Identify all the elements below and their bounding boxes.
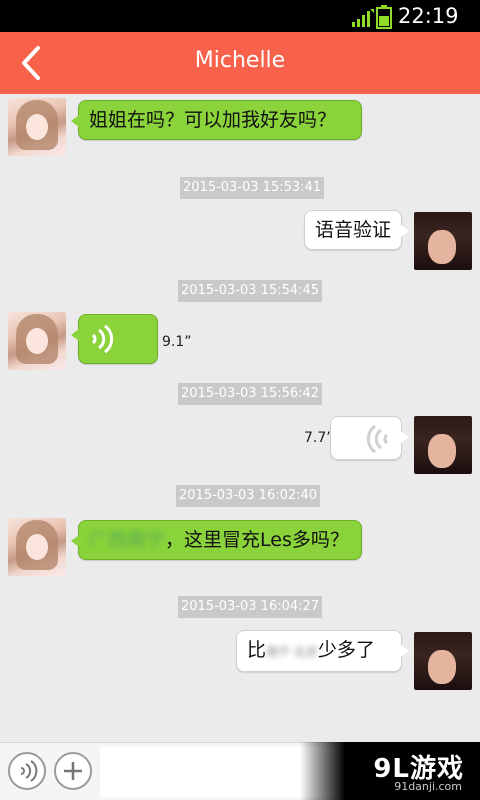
message-bubble-received[interactable]: 姐姐在吗？可以加我好友吗？ [71,100,362,140]
message-text: 少多了 [317,639,375,661]
message-timestamp: 2015-03-03 15:56:42 [178,383,323,405]
message-bubble-sent[interactable]: 比南宁 北京少多了 [236,630,409,672]
voice-wave-icon [366,424,389,454]
voice-wave-icon [20,760,38,782]
message-timestamp: 2015-03-03 15:54:45 [178,280,323,302]
message-bubble-received[interactable]: 广西南宁，这里冒充Les多吗？ [71,520,362,560]
chat-title: Michelle [194,48,286,73]
redacted-text: 广西南宁 [89,529,166,551]
redacted-text: 南宁 北京 [266,645,318,659]
message-text: ，这里冒充Les多吗？ [165,529,349,551]
message-text: 姐姐在吗？可以加我好友吗？ [89,109,337,131]
my-avatar[interactable] [414,416,472,474]
status-bar: 22:19 [0,0,480,32]
battery-icon [376,5,392,29]
voice-wave-icon [91,324,114,354]
voice-input-button[interactable] [8,752,46,790]
my-avatar[interactable] [414,632,472,690]
message-text: 比 [247,639,267,661]
message-timestamp: 2015-03-03 16:04:27 [178,596,323,618]
plus-icon [64,762,82,780]
message-timestamp: 2015-03-03 16:02:40 [176,485,321,507]
contact-avatar[interactable] [8,98,66,156]
message-text: 语音验证 [315,219,392,241]
my-avatar[interactable] [414,212,472,270]
chat-header: Michelle [0,32,480,94]
voice-message-received[interactable] [71,314,158,364]
watermark-url: 91danji.com [394,780,462,793]
voice-message-sent[interactable] [330,416,409,460]
message-timestamp: 2015-03-03 15:53:41 [180,177,325,199]
message-bubble-sent[interactable]: 语音验证 [304,210,409,250]
status-time: 22:19 [398,4,459,28]
voice-duration: 9.1” [162,334,192,350]
watermark: 9L游戏 91danji.com [300,742,480,800]
contact-avatar[interactable] [8,312,66,370]
add-attachment-button[interactable] [54,752,92,790]
signal-icon [352,9,374,27]
contact-avatar[interactable] [8,518,66,576]
